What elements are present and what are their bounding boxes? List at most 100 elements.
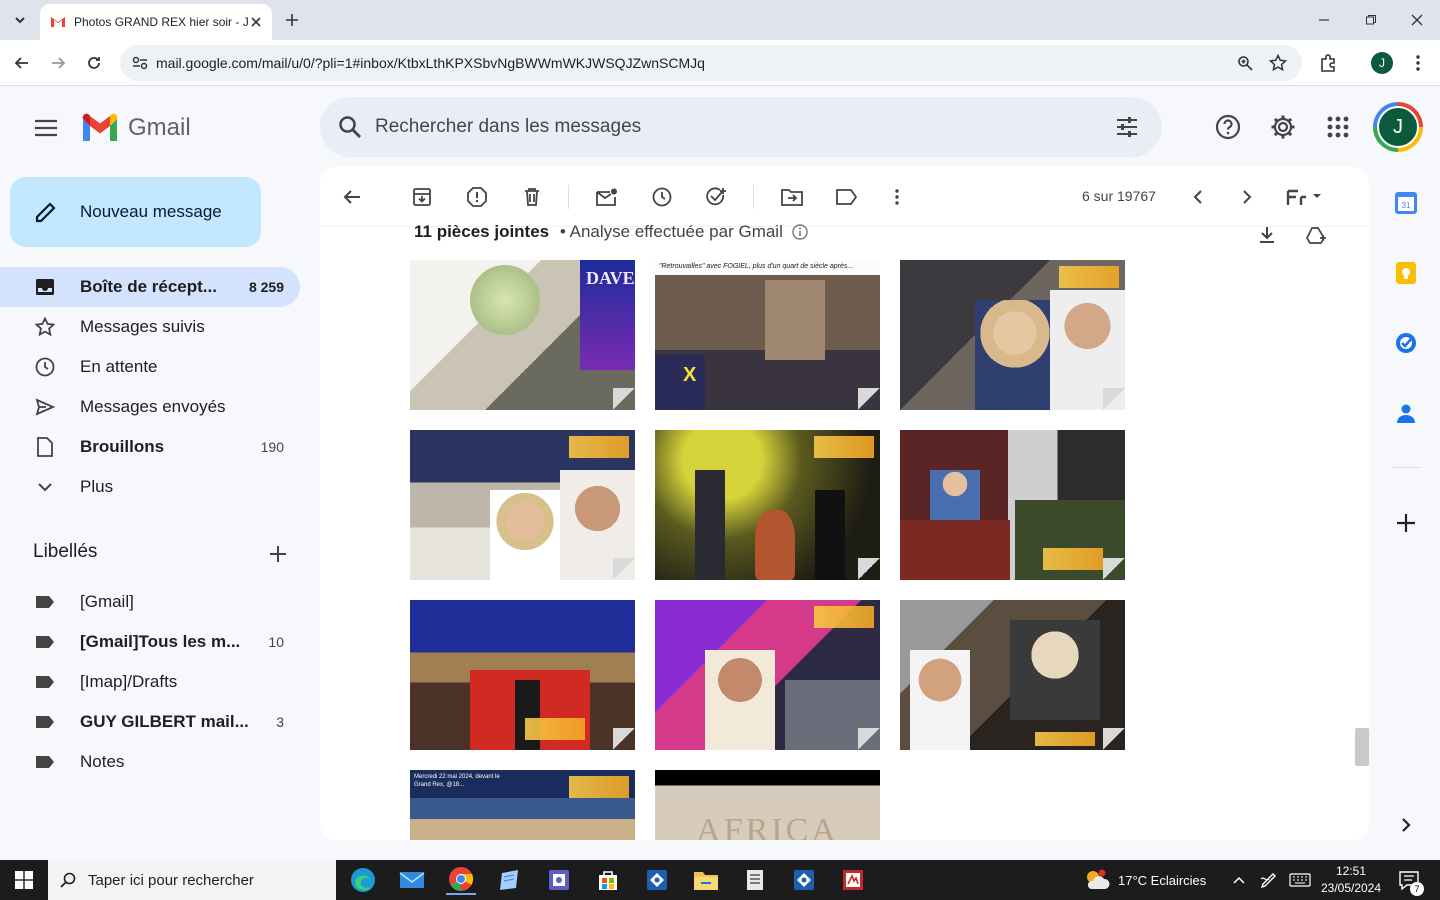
add-to-drive-button[interactable] — [1301, 219, 1333, 251]
report-spam-button[interactable] — [461, 181, 493, 213]
keep-app-button[interactable] — [1393, 260, 1419, 286]
delete-button[interactable] — [516, 181, 548, 213]
bookmark-star-icon[interactable] — [1269, 54, 1287, 72]
notification-center-button[interactable]: 7 — [1398, 860, 1424, 900]
start-button[interactable] — [0, 860, 48, 900]
attachment-thumbnail[interactable] — [900, 430, 1125, 580]
close-tab-icon[interactable] — [250, 16, 262, 28]
back-to-inbox-button[interactable] — [336, 181, 368, 213]
keyboard-tray-button[interactable] — [1289, 860, 1311, 900]
tasks-app-button[interactable] — [1393, 330, 1419, 356]
show-side-panel-button[interactable] — [1393, 812, 1419, 838]
taskbar-app-4[interactable] — [495, 865, 525, 895]
taskbar-app-10[interactable] — [789, 865, 819, 895]
sidebar-item-starred[interactable]: Messages suivis — [0, 307, 300, 347]
browser-menu-button[interactable] — [1402, 47, 1434, 79]
archive-button[interactable] — [406, 181, 438, 213]
label-item-notes[interactable]: Notes — [0, 742, 300, 782]
download-all-button[interactable] — [1251, 219, 1283, 251]
url-text[interactable]: mail.google.com/mail/u/0/?pli=1#inbox/Kt… — [156, 55, 705, 71]
taskbar-chrome[interactable] — [446, 865, 476, 895]
taskbar-app-5[interactable] — [544, 865, 574, 895]
weather-widget[interactable]: 17°C Eclaircies — [1084, 860, 1206, 900]
label-item-all-mail[interactable]: [Gmail]Tous les m... 10 — [0, 622, 300, 662]
main-menu-button[interactable] — [26, 108, 66, 148]
sidebar-item-drafts[interactable]: Brouillons 190 — [0, 427, 300, 467]
account-avatar[interactable]: J — [1373, 102, 1423, 152]
system-clock[interactable]: 12:51 23/05/2024 — [1318, 863, 1384, 897]
more-actions-button[interactable] — [881, 181, 913, 213]
get-addons-button[interactable] — [1393, 510, 1419, 536]
search-bar[interactable]: Rechercher dans les messages — [320, 97, 1162, 157]
attachment-thumbnail[interactable]: Mercredi 22 mai 2024, devant le Grand Re… — [410, 770, 635, 840]
tab-search-button[interactable] — [4, 4, 36, 36]
browser-tab-active[interactable]: Photos GRAND REX hier soir - J — [40, 4, 272, 40]
search-input[interactable]: Rechercher dans les messages — [375, 116, 641, 138]
forward-button[interactable] — [42, 47, 74, 79]
older-button[interactable] — [1231, 181, 1263, 213]
sidebar-item-inbox[interactable]: Boîte de récept... 8 259 — [0, 267, 300, 307]
attachment-thumbnail[interactable] — [900, 260, 1125, 410]
plus-icon — [270, 546, 286, 562]
mark-unread-button[interactable] — [591, 181, 623, 213]
settings-button[interactable] — [1263, 107, 1303, 147]
google-apps-button[interactable] — [1318, 107, 1358, 147]
taskbar-search-input[interactable]: Taper ici pour rechercher — [88, 872, 254, 889]
site-info-icon[interactable] — [132, 56, 148, 70]
newer-button[interactable] — [1182, 181, 1214, 213]
minimize-button[interactable] — [1308, 4, 1340, 36]
taskbar-mail[interactable] — [397, 865, 427, 895]
search-icon[interactable] — [338, 115, 362, 139]
message-scrollbar-thumb[interactable] — [1355, 728, 1369, 766]
attachment-thumbnail[interactable] — [410, 430, 635, 580]
kebab-menu-icon — [895, 189, 899, 205]
label-item-gmail[interactable]: [Gmail] — [0, 582, 300, 622]
calendar-app-button[interactable]: 31 — [1393, 190, 1419, 216]
attachment-thumbnail[interactable]: AFRICA — [655, 770, 880, 840]
info-icon[interactable] — [791, 224, 808, 240]
extensions-button[interactable] — [1312, 47, 1344, 79]
restore-button[interactable] — [1355, 4, 1387, 36]
sidebar-item-sent[interactable]: Messages envoyés — [0, 387, 300, 427]
photo-x-mark: X — [683, 364, 697, 386]
sidebar-item-snoozed[interactable]: En attente — [0, 347, 300, 387]
snooze-button[interactable] — [646, 181, 678, 213]
compose-button[interactable]: Nouveau message — [10, 177, 261, 247]
move-to-button[interactable] — [776, 181, 808, 213]
label-item-imap-drafts[interactable]: [Imap]/Drafts — [0, 662, 300, 702]
add-task-button[interactable] — [701, 181, 733, 213]
gmail-logo[interactable]: Gmail — [80, 108, 191, 148]
taskbar-search[interactable]: Taper ici pour rechercher — [48, 860, 336, 900]
keyboard-icon — [1289, 873, 1311, 887]
address-bar[interactable]: mail.google.com/mail/u/0/?pli=1#inbox/Kt… — [120, 45, 1302, 81]
attachment-thumbnail[interactable]: DAVE — [410, 260, 635, 410]
labels-button[interactable] — [831, 181, 863, 213]
label-item-guy-gilbert[interactable]: GUY GILBERT mail... 3 — [0, 702, 300, 742]
attachment-thumbnail[interactable] — [900, 600, 1125, 750]
attachment-thumbnail[interactable] — [655, 430, 880, 580]
close-window-button[interactable] — [1401, 4, 1433, 36]
taskbar-store[interactable] — [593, 865, 623, 895]
input-tools-button[interactable] — [1280, 181, 1328, 213]
taskbar-explorer[interactable] — [691, 865, 721, 895]
taskbar-app-9[interactable] — [740, 865, 770, 895]
taskbar-app-7[interactable] — [642, 865, 672, 895]
support-button[interactable] — [1208, 107, 1248, 147]
pen-tray-icon-button[interactable] — [1260, 860, 1278, 900]
attachment-thumbnail[interactable] — [410, 600, 635, 750]
new-tab-button[interactable] — [276, 4, 308, 36]
taskbar-edge[interactable] — [348, 865, 378, 895]
attachment-thumbnail[interactable]: "Retrouvailles" avec FOGIEL, plus d'un q… — [655, 260, 880, 410]
back-button[interactable] — [6, 47, 38, 79]
sidebar-item-more[interactable]: Plus — [0, 467, 300, 507]
search-options-icon[interactable] — [1115, 115, 1139, 139]
reload-button[interactable] — [78, 47, 110, 79]
profile-button[interactable]: J — [1366, 47, 1398, 79]
watermark-badge — [814, 436, 874, 458]
taskbar-app-11[interactable] — [838, 865, 868, 895]
attachment-thumbnail[interactable] — [655, 600, 880, 750]
zoom-icon[interactable] — [1237, 55, 1253, 71]
create-label-button[interactable] — [262, 538, 294, 570]
contacts-app-button[interactable] — [1393, 400, 1419, 426]
show-hidden-icons-button[interactable] — [1232, 860, 1246, 900]
